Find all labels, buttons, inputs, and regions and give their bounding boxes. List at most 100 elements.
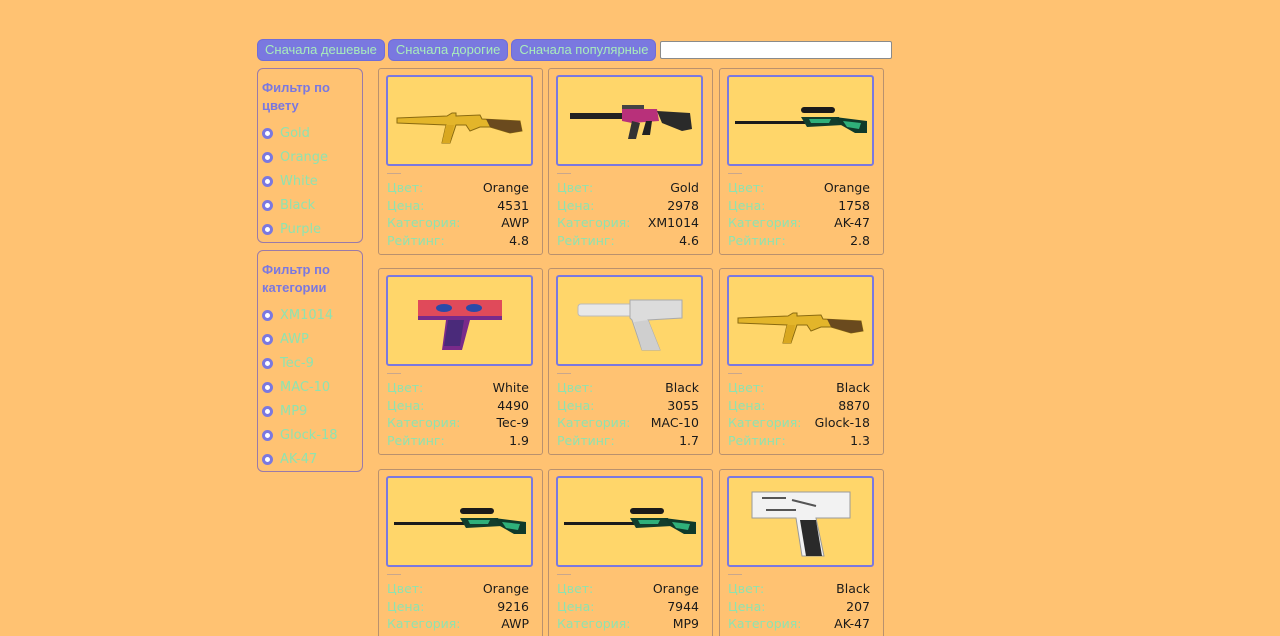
radio-icon[interactable] bbox=[262, 429, 273, 441]
product-price: 7944 bbox=[667, 598, 699, 614]
product-image bbox=[556, 275, 703, 366]
product-price: 9216 bbox=[497, 598, 529, 614]
product-price: 8870 bbox=[838, 397, 870, 413]
divider bbox=[728, 173, 742, 174]
product-rating: 1.7 bbox=[679, 432, 699, 448]
product-card[interactable]: Цвет: White Цена: 4490 Категория: Tec-9 Рей… bbox=[378, 268, 543, 455]
product-color: Orange bbox=[482, 180, 529, 195]
product-price: 3055 bbox=[667, 397, 699, 413]
divider bbox=[557, 373, 571, 374]
product-color: Gold bbox=[670, 180, 699, 195]
category-option-glock18[interactable]: Glock-18 bbox=[262, 423, 362, 447]
product-rating: 2.8 bbox=[850, 232, 870, 248]
product-details: Цвет: Gold Цена: 2978 Категория: XM1014 Рей… bbox=[557, 180, 699, 248]
product-category: AWP bbox=[501, 616, 529, 631]
product-card[interactable]: Цвет: Black Цена: 8870 Категория: Glock-18 … bbox=[719, 268, 884, 455]
radio-icon[interactable] bbox=[262, 199, 273, 211]
product-details: Цвет: White Цена: 4490 Категория: Tec-9 Рей… bbox=[387, 380, 529, 448]
product-color: Black bbox=[836, 380, 870, 395]
divider bbox=[557, 173, 571, 174]
product-details: Цвет: Black Цена: 3055 Категория: MAC-10 Ре… bbox=[557, 380, 699, 448]
product-color: Orange bbox=[482, 581, 529, 596]
product-image bbox=[556, 75, 703, 166]
color-filter-title: Фильтр по цвету bbox=[262, 80, 330, 113]
product-image bbox=[727, 275, 874, 366]
product-price: 1758 bbox=[838, 197, 870, 213]
radio-icon[interactable] bbox=[262, 127, 273, 139]
sort-bar: Сначала дешевые Сначала дорогие Сначала … bbox=[257, 39, 893, 61]
category-option-mac10[interactable]: MAC-10 bbox=[262, 375, 362, 399]
sort-cheap-button[interactable]: Сначала дешевые bbox=[257, 39, 385, 61]
product-card[interactable]: Цвет: Orange Цена: 1758 Категория: AK-47 Ре… bbox=[719, 68, 884, 255]
sort-popular-button[interactable]: Сначала популярные bbox=[511, 39, 657, 61]
radio-icon[interactable] bbox=[262, 309, 273, 321]
product-card[interactable]: Цвет: Orange Цена: 9216 Категория: AWP bbox=[378, 469, 543, 636]
radio-icon[interactable] bbox=[262, 223, 273, 235]
product-color: Black bbox=[836, 581, 870, 596]
product-category: AK-47 bbox=[834, 616, 870, 631]
product-category: Tec-9 bbox=[496, 415, 529, 430]
product-card[interactable]: Цвет: Orange Цена: 7944 Категория: MP9 bbox=[548, 469, 713, 636]
color-option-white[interactable]: White bbox=[262, 169, 362, 193]
product-card[interactable]: Цвет: Black Цена: 207 Категория: AK-47 bbox=[719, 469, 884, 636]
radio-icon[interactable] bbox=[262, 151, 273, 163]
product-price: 4531 bbox=[497, 197, 529, 213]
product-rating: 4.8 bbox=[509, 232, 529, 248]
product-details: Цвет: Black Цена: 8870 Категория: Glock-18 … bbox=[728, 380, 870, 448]
product-category: AWP bbox=[501, 215, 529, 230]
divider bbox=[387, 574, 401, 575]
product-color: Orange bbox=[652, 581, 699, 596]
product-image bbox=[727, 75, 874, 166]
color-filter-panel: Фильтр по цвету Gold Orange White Black … bbox=[257, 68, 363, 243]
product-card[interactable]: Цвет: Gold Цена: 2978 Категория: XM1014 Рей… bbox=[548, 68, 713, 255]
product-color: Black bbox=[665, 380, 699, 395]
color-option-black[interactable]: Black bbox=[262, 193, 362, 217]
product-price: 207 bbox=[846, 598, 870, 614]
category-option-tec9[interactable]: Tec-9 bbox=[262, 351, 362, 375]
divider bbox=[387, 173, 401, 174]
divider bbox=[387, 373, 401, 374]
category-filter-title: Фильтр по категории bbox=[262, 262, 330, 295]
ak47-gold-icon bbox=[737, 312, 864, 343]
category-option-awp[interactable]: AWP bbox=[262, 327, 362, 351]
category-option-mp9[interactable]: MP9 bbox=[262, 399, 362, 423]
product-details: Цвет: Orange Цена: 1758 Категория: AK-47 Ре… bbox=[728, 180, 870, 248]
radio-icon[interactable] bbox=[262, 405, 273, 417]
awp-green-icon bbox=[393, 507, 526, 534]
divider bbox=[728, 373, 742, 374]
product-rating: 1.9 bbox=[509, 432, 529, 448]
radio-icon[interactable] bbox=[262, 381, 273, 393]
color-option-purple[interactable]: Purple bbox=[262, 217, 362, 241]
product-image bbox=[556, 476, 703, 567]
radio-icon[interactable] bbox=[262, 357, 273, 369]
product-image bbox=[727, 476, 874, 567]
product-category: AK-47 bbox=[834, 215, 870, 230]
product-price: 4490 bbox=[497, 397, 529, 413]
deagle-white-icon bbox=[751, 491, 850, 556]
product-color: Orange bbox=[823, 180, 870, 195]
category-option-xm1014[interactable]: XM1014 bbox=[262, 303, 362, 327]
sort-expensive-button[interactable]: Сначала дорогие bbox=[387, 39, 509, 61]
xm1014-purple-icon bbox=[570, 104, 692, 139]
product-price: 2978 bbox=[667, 197, 699, 213]
product-color: White bbox=[492, 380, 529, 395]
product-image bbox=[386, 75, 533, 166]
radio-icon[interactable] bbox=[262, 453, 273, 465]
radio-icon[interactable] bbox=[262, 175, 273, 187]
radio-icon[interactable] bbox=[262, 333, 273, 345]
product-details: Цвет: Orange Цена: 9216 Категория: AWP bbox=[387, 581, 529, 631]
product-card[interactable]: Цвет: Orange Цена: 4531 Категория: AWP Рейт… bbox=[378, 68, 543, 255]
search-input[interactable] bbox=[660, 41, 893, 59]
awp-green-icon bbox=[563, 507, 696, 534]
color-option-gold[interactable]: Gold bbox=[262, 121, 362, 145]
category-option-ak47[interactable]: AK-47 bbox=[262, 447, 362, 471]
usp-white-icon bbox=[577, 299, 682, 350]
product-details: Цвет: Orange Цена: 4531 Категория: AWP Рейт… bbox=[387, 180, 529, 248]
ak47-gold-icon bbox=[396, 112, 523, 143]
divider bbox=[728, 574, 742, 575]
product-card[interactable]: Цвет: Black Цена: 3055 Категория: MAC-10 Ре… bbox=[548, 268, 713, 455]
product-details: Цвет: Black Цена: 207 Категория: AK-47 bbox=[728, 581, 870, 631]
color-option-orange[interactable]: Orange bbox=[262, 145, 362, 169]
category-filter-panel: Фильтр по категории XM1014 AWP Tec-9 MAC… bbox=[257, 250, 363, 472]
divider bbox=[557, 574, 571, 575]
